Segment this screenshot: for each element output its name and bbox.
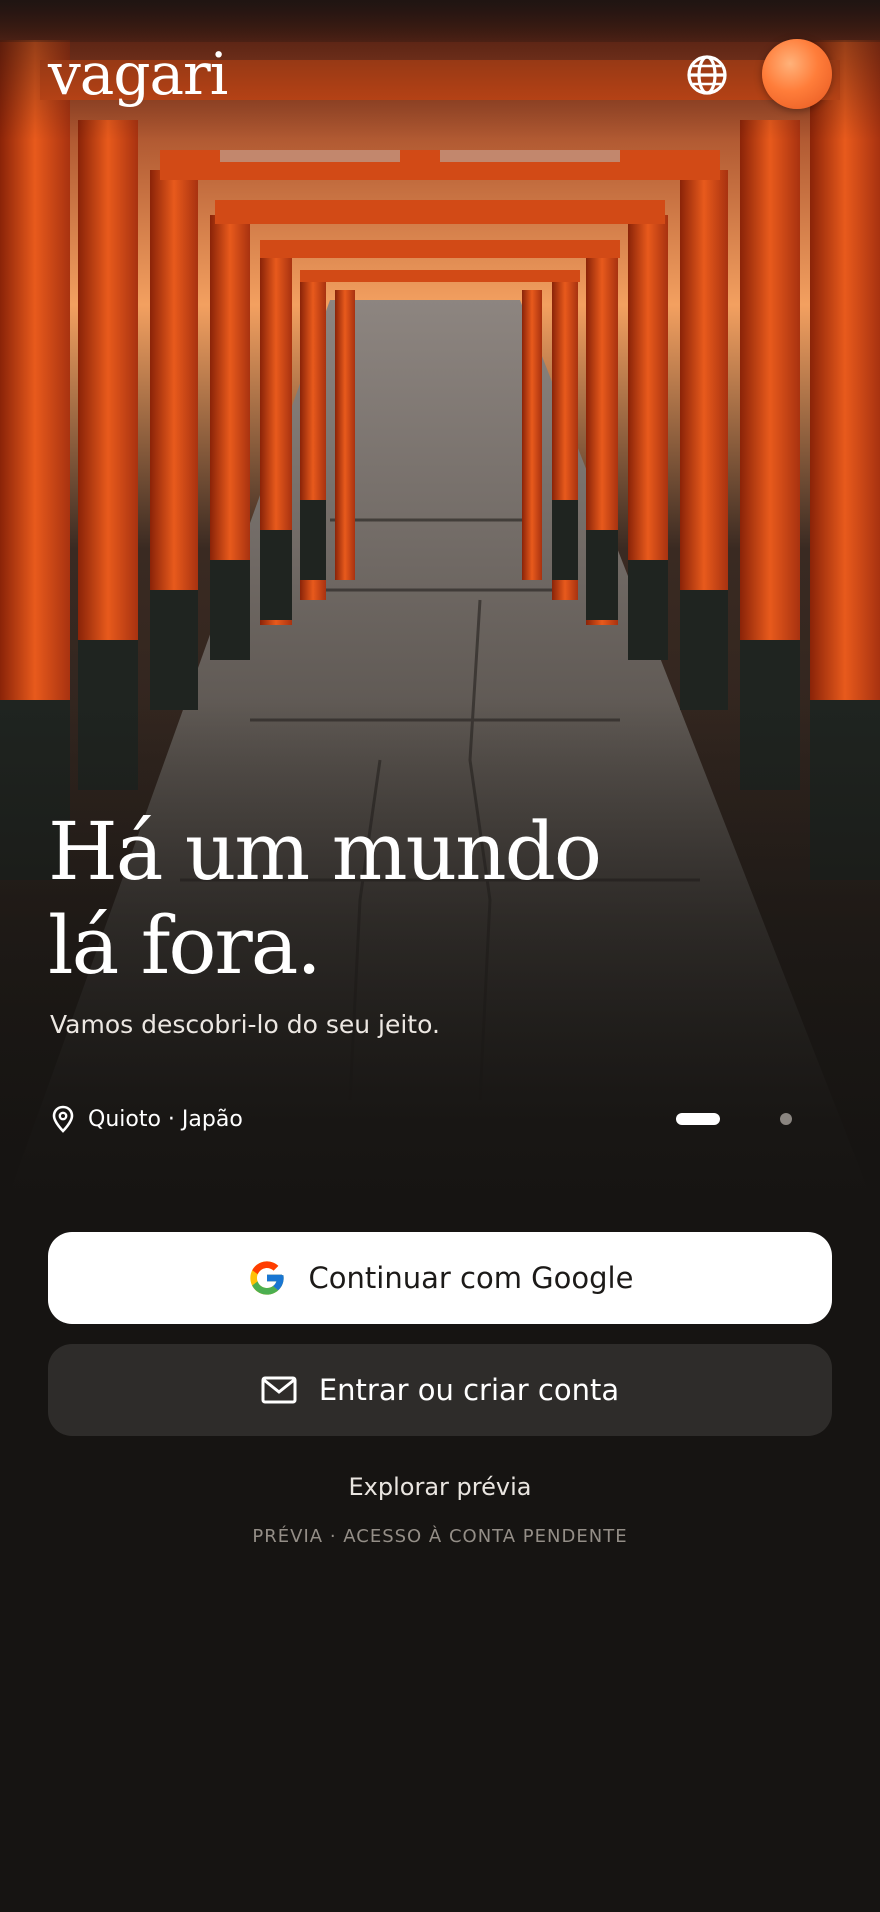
preview-note: PRÉVIA · ACESSO À CONTA PENDENTE bbox=[252, 1526, 628, 1547]
google-signin-button[interactable]: Continuar com Google bbox=[48, 1232, 832, 1324]
google-icon bbox=[249, 1261, 284, 1295]
mail-icon bbox=[261, 1376, 297, 1404]
carousel-indicator bbox=[676, 1112, 796, 1126]
hero-subtitle: Vamos descobri-lo do seu jeito. bbox=[50, 1010, 440, 1039]
avatar[interactable] bbox=[762, 39, 832, 109]
location-label: Quioto · Japão bbox=[50, 1105, 243, 1133]
hero-section: vagari Há um mundo lá fora. Vamos descob… bbox=[0, 0, 880, 1220]
headline-line-2: lá fora. bbox=[48, 899, 322, 992]
location-text: Quioto · Japão bbox=[88, 1106, 243, 1132]
email-button-label: Entrar ou criar conta bbox=[318, 1373, 620, 1407]
explore-preview-link[interactable]: Explorar prévia bbox=[0, 1473, 880, 1501]
hero-headline: Há um mundo lá fora. bbox=[48, 805, 602, 993]
carousel-dot-active[interactable] bbox=[676, 1113, 720, 1125]
google-button-label: Continuar com Google bbox=[308, 1261, 634, 1295]
carousel-dot[interactable] bbox=[780, 1113, 792, 1125]
email-signin-button[interactable]: Entrar ou criar conta bbox=[48, 1344, 832, 1436]
headline-line-1: Há um mundo bbox=[48, 805, 602, 898]
globe-icon[interactable] bbox=[685, 53, 729, 97]
app-logo: vagari bbox=[48, 40, 228, 108]
map-pin-icon bbox=[52, 1105, 74, 1133]
